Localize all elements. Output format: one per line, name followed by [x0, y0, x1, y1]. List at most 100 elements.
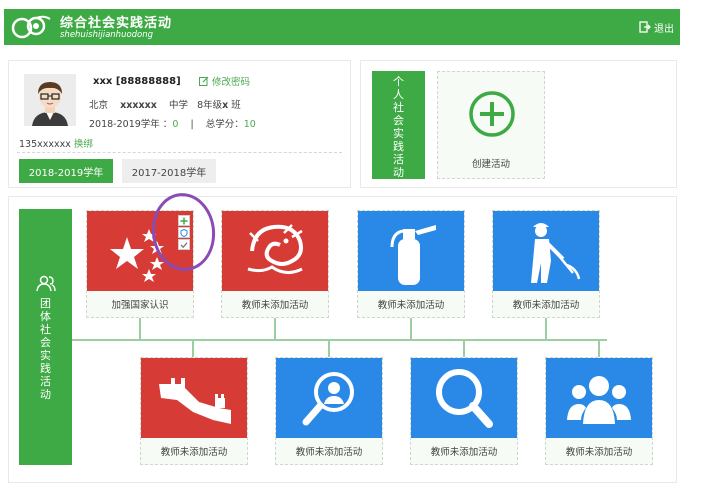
logout-icon: [639, 21, 651, 33]
label-char: 实: [40, 349, 51, 362]
tile-image: [493, 211, 599, 291]
tile-action-group: [178, 215, 190, 250]
dragon-icon: [247, 224, 303, 274]
fire-extinguisher-icon: [390, 225, 436, 285]
app-header: 综合社会实践活动 shehuishijianhuodong 退出: [4, 9, 680, 45]
tab-year-2018-2019[interactable]: 2018-2019学年: [19, 159, 113, 183]
activity-tile-6[interactable]: 教师未添加活动: [275, 357, 383, 465]
activity-tile-2[interactable]: 教师未添加活动: [221, 210, 329, 318]
edit-icon: [199, 76, 209, 86]
tile-caption: 教师未添加活动: [565, 447, 633, 458]
create-activity-button[interactable]: 创建活动: [437, 71, 545, 179]
worker-icon: [531, 223, 581, 283]
tile-image: [358, 211, 464, 291]
connector-line: [463, 341, 465, 357]
logout-label: 退出: [654, 23, 674, 35]
school-name: xxxxxx: [120, 100, 157, 111]
person-search-icon: [302, 372, 354, 426]
shield-icon: [180, 228, 188, 237]
tile-image: [411, 358, 517, 438]
label-char: 践: [393, 140, 404, 153]
tile-caption: 教师未添加活动: [430, 447, 498, 458]
user-name: xxx [88888888]: [93, 76, 181, 87]
connector-line: [72, 339, 607, 341]
tile-caption: 教师未添加活动: [160, 447, 228, 458]
total-credit-value: 10: [243, 119, 256, 130]
app-subtitle: shehuishijianhuodong: [60, 30, 154, 40]
activity-tile-4[interactable]: 教师未添加活动: [492, 210, 600, 318]
tile-caption: 教师未添加活动: [512, 300, 580, 311]
year-credit-value: 0: [172, 119, 179, 130]
connector-line: [274, 317, 276, 339]
activity-tile-5[interactable]: 教师未添加活动: [140, 357, 248, 465]
activity-tile-national[interactable]: 加强国家认识: [86, 210, 194, 318]
phone-row: 135xxxxxx 换绑: [19, 136, 93, 150]
user-credits: 2018-2019学年 ：0 | 总学分：10: [89, 119, 256, 130]
personal-label-text: 个 人 社 会 实 践 活 动: [389, 75, 409, 179]
tile-image: [276, 358, 382, 438]
label-char: 活: [40, 375, 51, 388]
connector-line: [545, 317, 547, 339]
label-char: 会: [393, 114, 404, 127]
label-char: 活: [393, 153, 404, 166]
grade-prefix: 8年级: [197, 100, 223, 111]
connector-line: [139, 317, 141, 339]
activity-tile-8[interactable]: 教师未添加活动: [545, 357, 653, 465]
divider: [17, 152, 342, 153]
tile-caption: 教师未添加活动: [295, 447, 363, 458]
create-activity-label: 创建活动: [471, 159, 510, 170]
tile-image: [546, 358, 652, 438]
people-icon: [35, 275, 56, 292]
tile-confirm-button[interactable]: [178, 239, 190, 250]
activity-tile-3[interactable]: 教师未添加活动: [357, 210, 465, 318]
user-school: 北京 xxxxxx 中学 8年级x 班: [89, 97, 241, 111]
label-char: 动: [40, 388, 51, 401]
total-credit-label: 总学分：: [205, 119, 244, 130]
connector-line: [328, 341, 330, 357]
group-label-text: 团 体 社 会 实 践 活 动: [36, 297, 56, 401]
magnifier-icon: [436, 369, 493, 428]
tile-image: [222, 211, 328, 291]
label-char: 个: [393, 75, 404, 88]
tile-caption: 加强国家认识: [111, 300, 169, 311]
year-credit-label: 2018-2019学年 ：: [89, 119, 173, 130]
change-password-label: 修改密码: [212, 77, 251, 88]
tile-add-button[interactable]: [178, 215, 190, 226]
logout-button[interactable]: 退出: [639, 20, 674, 35]
label-char: 社: [393, 101, 404, 114]
logo-icon: [11, 15, 51, 39]
great-wall-icon: [159, 378, 231, 424]
connector-line: [192, 341, 194, 357]
label-char: 社: [40, 323, 51, 336]
check-icon: [180, 241, 188, 248]
change-password-link[interactable]: 修改密码: [199, 74, 250, 88]
group-activity-label: 团 体 社 会 实 践 活 动: [19, 209, 72, 465]
label-char: 会: [40, 336, 51, 349]
connector-line: [410, 317, 412, 339]
tile-caption: 教师未添加活动: [377, 300, 445, 311]
group-icon: [567, 376, 631, 424]
avatar: [24, 74, 76, 126]
avatar-icon: [24, 74, 76, 126]
personal-activity-label: 个 人 社 会 实 践 活 动: [372, 71, 425, 179]
activity-tile-7[interactable]: 教师未添加活动: [410, 357, 518, 465]
label-char: 实: [393, 127, 404, 140]
tile-caption: 教师未添加活动: [241, 300, 309, 311]
label-char: 体: [40, 310, 51, 323]
label-char: 践: [40, 362, 51, 375]
label-char: 团: [40, 297, 51, 310]
school-stage: 中学: [168, 100, 188, 111]
tab-year-2017-2018[interactable]: 2017-2018学年: [122, 159, 216, 183]
user-city: 北京: [89, 100, 109, 111]
rebind-phone-link[interactable]: 换绑: [74, 139, 93, 150]
tile-protect-button[interactable]: [178, 227, 190, 238]
grade-suffix: 班: [231, 100, 241, 111]
tile-image: [141, 358, 247, 438]
label-char: 人: [393, 88, 404, 101]
personal-activity-card: 个 人 社 会 实 践 活 动 创建活动: [360, 60, 677, 188]
phone-number: 135xxxxxx: [19, 139, 71, 150]
connector-line: [598, 341, 600, 357]
plus-circle-icon: [469, 91, 515, 137]
plus-icon: [180, 217, 188, 224]
profile-card: xxx [88888888] 修改密码 北京 xxxxxx 中学 8年级x 班 …: [8, 60, 351, 188]
